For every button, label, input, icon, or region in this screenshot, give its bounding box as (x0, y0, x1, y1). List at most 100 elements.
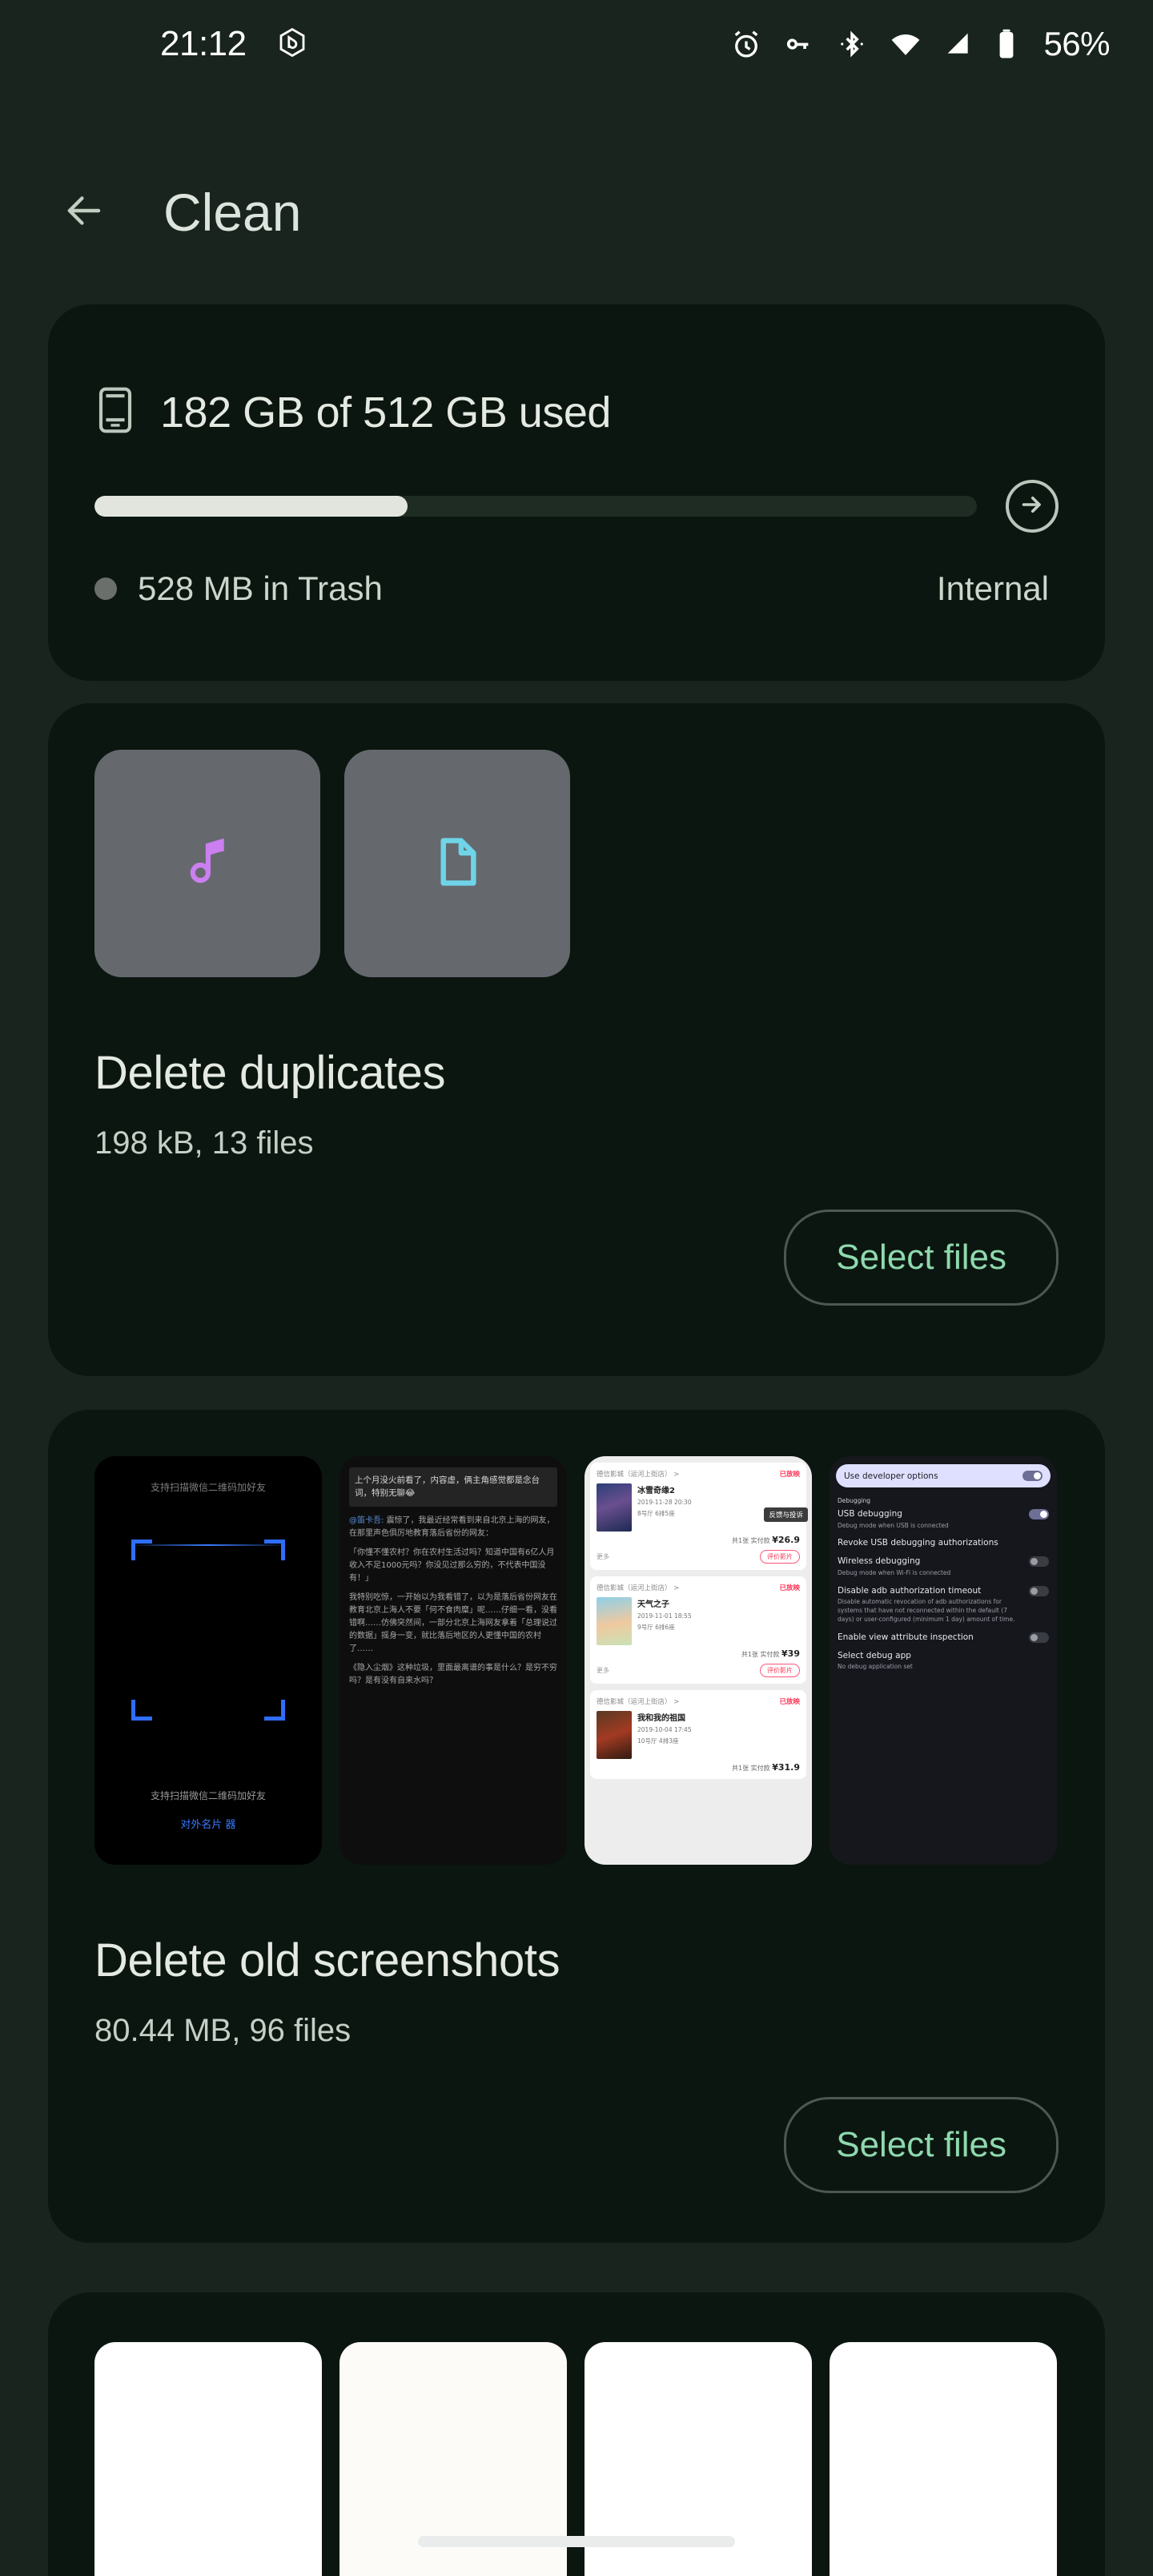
status-bar-left: 21:12 (0, 24, 309, 64)
ticket-time: 2019-10-04 17:45 (637, 1726, 692, 1733)
status-bar-right: 56% (729, 25, 1110, 63)
dev-option-title: Enable view attribute inspection (838, 1632, 974, 1642)
dev-option-row[interactable]: Revoke USB debugging authorizations (836, 1538, 1051, 1548)
screenshot-thumbnail-text-post[interactable]: 上个月没火前看了，内容虚，俩主角感觉都是念台词，特别无聊😂 @笛卡吾: 震惊了，… (339, 1456, 567, 1865)
storage-progress-fill (94, 496, 408, 517)
qr-corner-bottom-right (264, 1700, 285, 1721)
ticket-time: 2019-11-28 20:30 (637, 1499, 692, 1506)
duplicate-tile-audio[interactable] (94, 750, 320, 977)
duplicates-title: Delete duplicates (94, 1047, 446, 1099)
duplicate-preview-tiles (94, 750, 1059, 977)
dev-option-row[interactable]: USB debugging Debug mode when USB is con… (836, 1509, 1051, 1530)
use-developer-options-row[interactable]: Use developer options (836, 1464, 1051, 1487)
ticket-info: 天气之子 2019-11-01 18:55 9号厅 6排6座 (637, 1597, 692, 1645)
dev-option-title: Revoke USB debugging authorizations (838, 1538, 998, 1548)
wifi-icon (888, 26, 923, 62)
thumbnail-4[interactable] (830, 2342, 1057, 2576)
ticket-rate-button[interactable]: 评价影片 (760, 1550, 800, 1564)
storage-location-label: Internal (936, 570, 1049, 607)
wireless-debugging-toggle[interactable] (1029, 1556, 1049, 1568)
thumbnail-1[interactable] (94, 2342, 322, 2576)
ticket-rate-button[interactable]: 评价影片 (760, 1664, 800, 1677)
feedback-tooltip: 反馈与投诉 (764, 1507, 808, 1522)
ticket-qty: 共1张 (741, 1651, 758, 1658)
battery-percent-label: 56% (1043, 25, 1110, 62)
screenshot-thumbnail-movie-tickets[interactable]: 德信影城（运河上街店） > 已放映 冰雪奇缘2 2019-11-28 20:30… (585, 1456, 812, 1865)
status-bar: 21:12 56% (0, 0, 1153, 88)
duplicates-action-row: Select files (94, 1210, 1059, 1306)
ticket-more-link[interactable]: 更多 (597, 1666, 609, 1675)
use-developer-options-toggle[interactable] (1022, 1471, 1043, 1481)
music-note-icon (178, 832, 237, 896)
screenshot-preview-row: 支持扫描微信二维码加好友 支持扫描微信二维码加好友 对外名片 器 上个月没火前看… (48, 1456, 1105, 1865)
screenshot-thumbnail-developer-options[interactable]: Use developer options Debugging USB debu… (830, 1456, 1057, 1865)
vpn-key-icon (782, 27, 816, 61)
ticket-poster (597, 1597, 632, 1645)
ticket-time: 2019-11-01 18:55 (637, 1612, 692, 1620)
usb-debugging-toggle[interactable] (1029, 1509, 1049, 1519)
ticket-header: 德信影城（运河上街店） > 已放映 (597, 1697, 800, 1706)
ticket-row: 德信影城（运河上街店） > 已放映 天气之子 2019-11-01 18:55 … (590, 1576, 806, 1684)
dev-option-title: Disable adb authorization timeout (838, 1585, 982, 1596)
ticket-paid-label: 实付款 (750, 1765, 770, 1772)
ticket-price: ¥31.9 (772, 1762, 800, 1773)
system-navigation-handle[interactable] (418, 2536, 735, 2547)
qr-corner-top-right (264, 1540, 285, 1560)
post-paragraph-3: 我特别吃惊，一开始以为我看错了，以为是落后省份网友在教育北京上海人不要「何不食肉… (349, 1592, 557, 1653)
dev-option-title: USB debugging (838, 1509, 902, 1519)
ticket-qty: 共1张 (732, 1765, 749, 1772)
ticket-header: 德信影城（运河上街店） > 已放映 (597, 1469, 800, 1479)
ticket-qty: 共1张 (732, 1537, 749, 1544)
ticket-seat: 9号厅 6排6座 (637, 1624, 675, 1632)
delete-old-screenshots-card[interactable]: 支持扫描微信二维码加好友 支持扫描微信二维码加好友 对外名片 器 上个月没火前看… (48, 1410, 1105, 2243)
adb-timeout-toggle[interactable] (1029, 1585, 1049, 1596)
screenshots-action-row: Select files (94, 2097, 1059, 2193)
clean-storage-screen: 21:12 56% Clean 182 GB of 512 GB used 52… (0, 0, 1153, 2576)
screenshots-text-block: Delete old screenshots 80.44 MB, 96 file… (48, 1934, 1105, 2193)
back-arrow-icon (59, 186, 109, 239)
view-attribute-inspection-toggle[interactable] (1029, 1632, 1049, 1643)
ticket-status: 已放映 (779, 1584, 800, 1592)
duplicates-select-files-button[interactable]: Select files (784, 1210, 1059, 1306)
smartphone-icon (94, 386, 136, 438)
cellular-signal-icon (942, 28, 974, 60)
dev-option-desc: Debug mode when Wi-Fi is connected (838, 1568, 951, 1576)
dev-option-row[interactable]: Disable adb authorization timeout Disabl… (836, 1585, 1051, 1624)
ticket-header: 德信影城（运河上街店） > 已放映 (597, 1583, 800, 1592)
ticket-footer: 更多 评价影片 (597, 1664, 800, 1677)
debugging-section-label: Debugging (838, 1497, 871, 1504)
dev-option-title: Wireless debugging (838, 1556, 921, 1567)
screenshots-select-files-button[interactable]: Select files (784, 2097, 1059, 2193)
ticket-movie-name: 冰雪奇缘2 (637, 1487, 675, 1495)
dev-option-desc: Debug mode when USB is connected (838, 1521, 949, 1529)
screenshot-thumbnail-qr-scanner[interactable]: 支持扫描微信二维码加好友 支持扫描微信二维码加好友 对外名片 器 (94, 1456, 322, 1865)
post-handle: @笛卡吾: (349, 1515, 384, 1525)
status-clock: 21:12 (160, 24, 247, 63)
delete-duplicates-card[interactable]: Delete duplicates 198 kB, 13 files Selec… (48, 703, 1105, 1376)
bluetooth-icon (835, 27, 869, 61)
ticket-info: 我和我的祖国 2019-10-04 17:45 10号厅 4排3座 (637, 1711, 692, 1759)
next-suggestion-card[interactable] (48, 2292, 1105, 2576)
screenshots-title: Delete old screenshots (94, 1934, 560, 1986)
post-body: @笛卡吾: 震惊了，我最近经常看到来自北京上海的网友，在那里声色俱厉地教育落后省… (349, 1515, 557, 1688)
ticket-poster (597, 1711, 632, 1759)
ticket-status: 已放映 (779, 1698, 800, 1706)
qr-corner-bottom-left (131, 1700, 152, 1721)
ticket-status: 已放映 (779, 1471, 800, 1479)
ticket-movie-name: 我和我的祖国 (637, 1714, 685, 1723)
back-button[interactable] (56, 184, 112, 240)
dev-option-row[interactable]: Wireless debugging Debug mode when Wi-Fi… (836, 1556, 1051, 1577)
screenshots-subtitle: 80.44 MB, 96 files (94, 2013, 352, 2048)
trash-info[interactable]: 528 MB in Trash (94, 570, 383, 608)
dev-option-desc: Disable automatic revocation of adb auth… (838, 1598, 1015, 1623)
duplicate-tile-document[interactable] (344, 750, 570, 977)
dev-option-row[interactable]: Select debug app No debug application se… (836, 1651, 1051, 1672)
dev-option-title: Select debug app (838, 1650, 911, 1660)
storage-summary-card[interactable]: 182 GB of 512 GB used 528 MB in Trash In… (48, 304, 1105, 681)
dev-option-row[interactable]: Enable view attribute inspection (836, 1632, 1051, 1643)
ticket-more-link[interactable]: 更多 (597, 1552, 609, 1561)
qr-bottom-text-2: 对外名片 器 (180, 1819, 236, 1831)
alarm-icon (729, 27, 763, 61)
storage-details-button[interactable] (1006, 480, 1059, 533)
ticket-cinema: 德信影城（运河上街店） > (597, 1471, 680, 1479)
